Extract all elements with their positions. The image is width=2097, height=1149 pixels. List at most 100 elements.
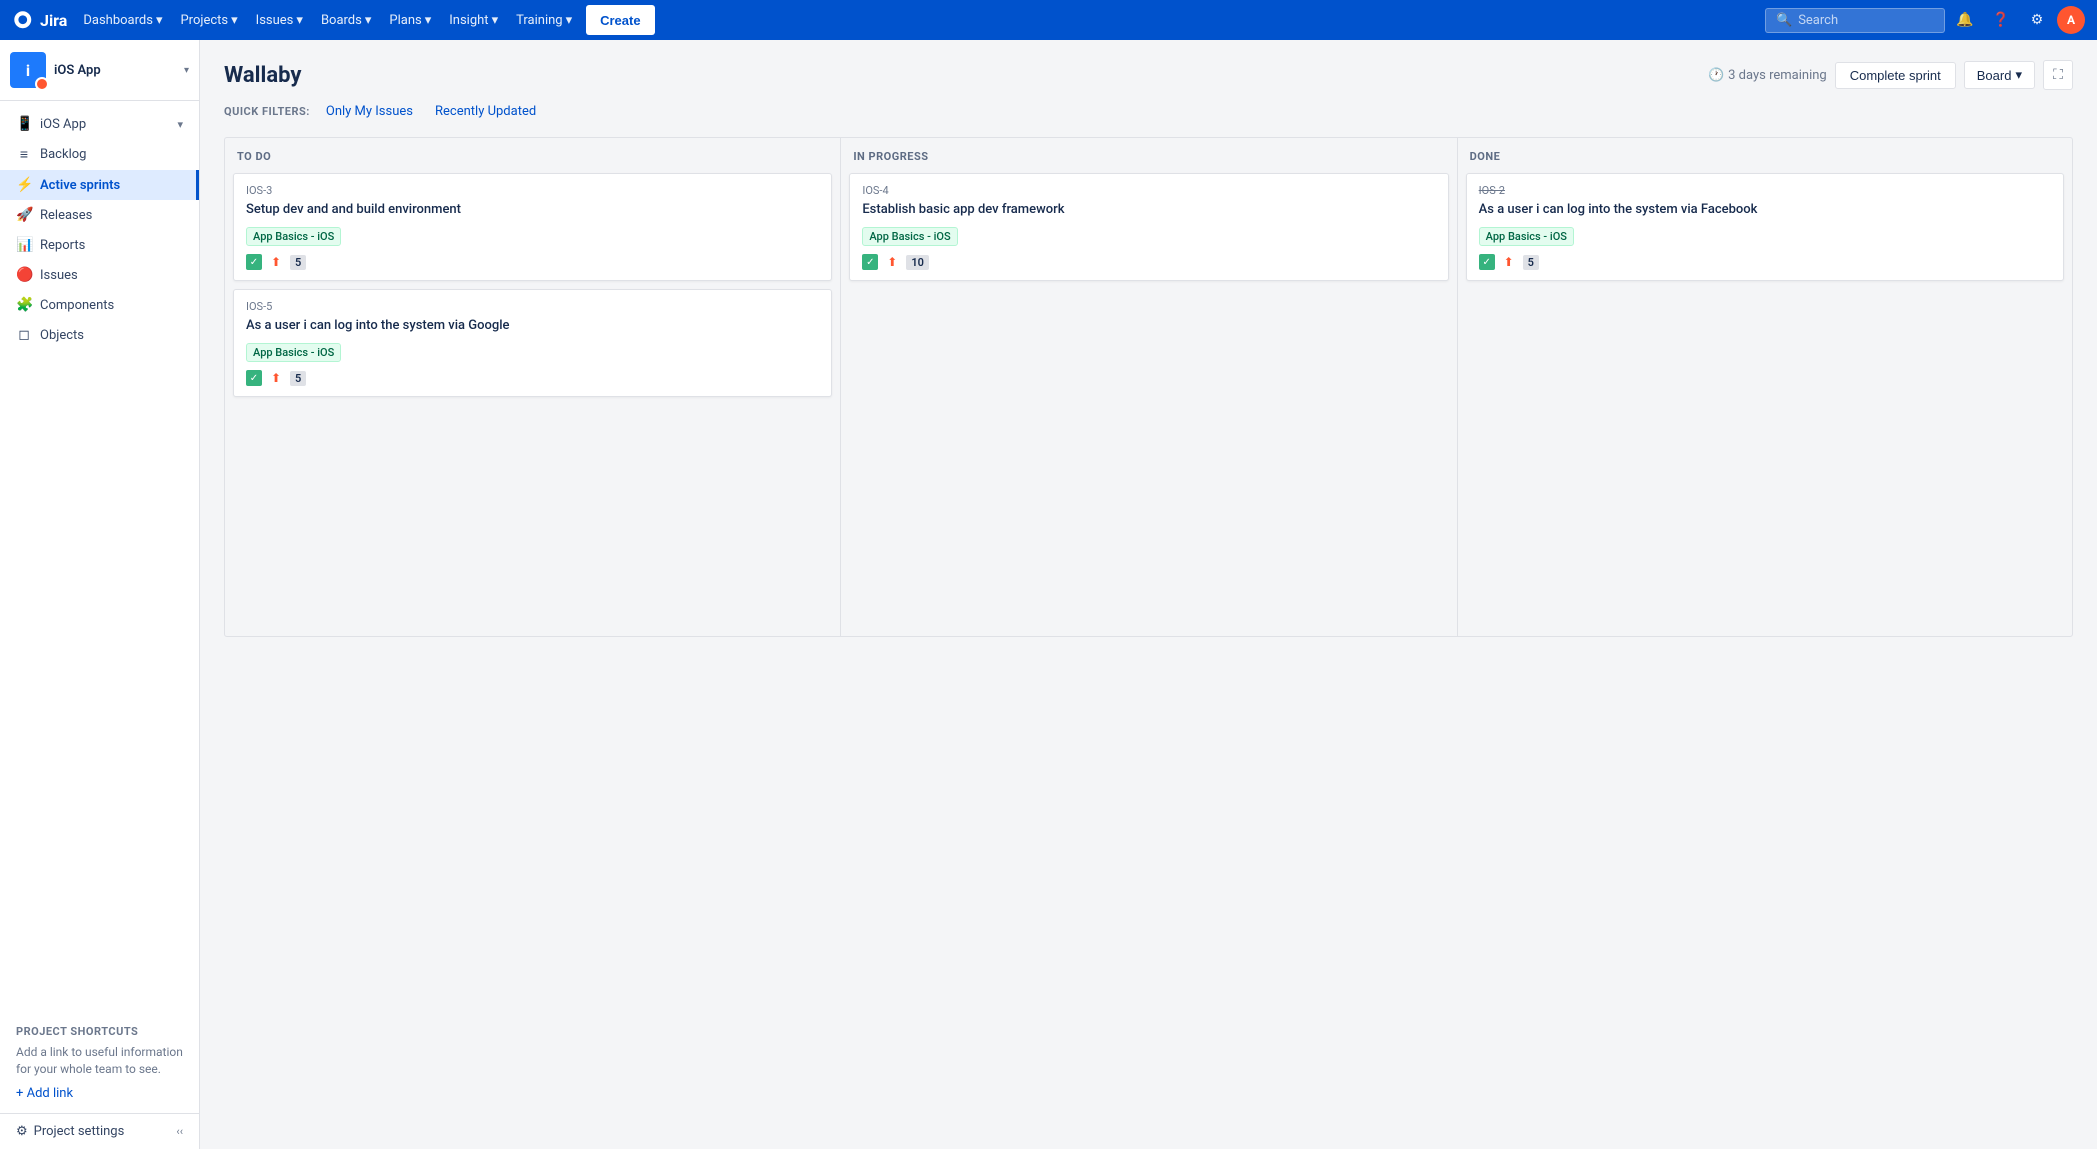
top-navigation: Jira Dashboards ▾ Projects ▾ Issues ▾ Bo… — [0, 0, 2097, 40]
quick-filters-label: QUICK FILTERS: — [224, 105, 310, 118]
user-avatar[interactable]: A — [2057, 6, 2085, 34]
issues-icon: 🔴 — [16, 267, 32, 283]
board-header: Wallaby 🕐 3 days remaining Complete spri… — [224, 60, 2073, 90]
nav-plans[interactable]: Plans ▾ — [381, 0, 439, 40]
sidebar-item-label: Active sprints — [40, 178, 120, 193]
sidebar-item-issues[interactable]: 🔴 Issues — [0, 260, 199, 290]
ios-app-icon: 📱 — [16, 116, 32, 132]
story-type-icon: ✓ — [246, 254, 262, 270]
nav-training[interactable]: Training ▾ — [508, 0, 580, 40]
story-type-icon: ✓ — [246, 370, 262, 386]
clock-icon: 🕐 — [1708, 68, 1724, 83]
card-footer: ✓ ⬆ 10 — [862, 254, 1435, 270]
sidebar-item-objects[interactable]: ◻ Objects — [0, 320, 199, 350]
story-type-icon: ✓ — [862, 254, 878, 270]
nav-insight[interactable]: Insight ▾ — [441, 0, 506, 40]
sidebar-nav: 📱 iOS App ▾ ≡ Backlog ⚡ Active sprints 🚀… — [0, 101, 199, 1013]
board-title: Wallaby — [224, 63, 301, 88]
kanban-board: TO DO IOS-3 Setup dev and and build envi… — [224, 137, 2073, 637]
chevron-down-icon: ▾ — [492, 13, 499, 28]
search-box[interactable]: 🔍 Search — [1765, 8, 1945, 33]
sidebar-item-label: Issues — [40, 268, 78, 283]
priority-icon: ⬆ — [268, 370, 284, 386]
card-ios-3[interactable]: IOS-3 Setup dev and and build environmen… — [233, 173, 832, 281]
project-shortcuts: PROJECT SHORTCUTS Add a link to useful i… — [0, 1013, 199, 1113]
bell-icon: 🔔 — [1956, 12, 1973, 28]
issue-id: IOS-3 — [246, 184, 819, 197]
project-icon-badge — [35, 77, 49, 91]
column-inprogress: IN PROGRESS IOS-4 Establish basic app de… — [840, 137, 1456, 637]
sidebar-item-label: Backlog — [40, 147, 86, 162]
sidebar-item-releases[interactable]: 🚀 Releases — [0, 200, 199, 230]
story-points: 10 — [906, 255, 929, 270]
chevron-down-icon: ▾ — [296, 13, 303, 28]
card-footer: ✓ ⬆ 5 — [1479, 254, 2051, 270]
gear-icon: ⚙ — [2031, 12, 2044, 28]
card-epic: App Basics - iOS — [1479, 227, 1574, 246]
project-settings-button[interactable]: ⚙ Project settings ‹‹ — [0, 1113, 199, 1149]
nav-dashboards[interactable]: Dashboards ▾ — [75, 0, 170, 40]
help-button[interactable]: ❓ — [1985, 4, 2017, 36]
card-title: Establish basic app dev framework — [862, 201, 1435, 219]
card-title: As a user i can log into the system via … — [246, 317, 819, 335]
expand-button[interactable]: ⛶ — [2043, 60, 2073, 90]
priority-icon: ⬆ — [884, 254, 900, 270]
card-footer: ✓ ⬆ 5 — [246, 370, 819, 386]
chevron-down-icon: ▾ — [177, 118, 183, 131]
reports-icon: 📊 — [16, 237, 32, 253]
card-ios-2[interactable]: IOS-2 As a user i can log into the syste… — [1466, 173, 2064, 281]
sidebar-item-reports[interactable]: 📊 Reports — [0, 230, 199, 260]
create-button[interactable]: Create — [586, 5, 654, 35]
card-footer: ✓ ⬆ 5 — [246, 254, 819, 270]
chevron-down-icon: ▾ — [365, 13, 372, 28]
board-actions: 🕐 3 days remaining Complete sprint Board… — [1708, 60, 2073, 90]
filter-recently-updated[interactable]: Recently Updated — [429, 102, 542, 121]
issue-id: IOS-5 — [246, 300, 819, 313]
sidebar-item-label: Components — [40, 298, 114, 313]
chevron-down-icon: ▾ — [425, 13, 432, 28]
quick-filters: QUICK FILTERS: Only My Issues Recently U… — [224, 102, 2073, 121]
project-chevron-icon[interactable]: ▾ — [184, 65, 189, 76]
backlog-icon: ≡ — [16, 146, 32, 163]
chevron-down-icon: ▾ — [231, 13, 238, 28]
card-ios-4[interactable]: IOS-4 Establish basic app dev framework … — [849, 173, 1448, 281]
notifications-button[interactable]: 🔔 — [1949, 4, 1981, 36]
shortcuts-title: PROJECT SHORTCUTS — [16, 1025, 183, 1038]
story-points: 5 — [290, 371, 306, 386]
chevron-down-icon: ▾ — [156, 13, 163, 28]
sidebar-item-backlog[interactable]: ≡ Backlog — [0, 139, 199, 170]
story-points: 5 — [290, 255, 306, 270]
jira-logo[interactable]: Jira — [12, 9, 67, 31]
filter-my-issues[interactable]: Only My Issues — [320, 102, 419, 121]
sidebar-item-components[interactable]: 🧩 Components — [0, 290, 199, 320]
column-inprogress-header: IN PROGRESS — [849, 150, 1448, 163]
shortcuts-description: Add a link to useful information for you… — [16, 1044, 183, 1078]
chevron-down-icon: ▾ — [2015, 67, 2022, 83]
card-epic: App Basics - iOS — [246, 343, 341, 362]
card-ios-5[interactable]: IOS-5 As a user i can log into the syste… — [233, 289, 832, 397]
nav-boards[interactable]: Boards ▾ — [313, 0, 379, 40]
story-points: 5 — [1523, 255, 1539, 270]
nav-projects[interactable]: Projects ▾ — [172, 0, 245, 40]
releases-icon: 🚀 — [16, 207, 32, 223]
column-todo: TO DO IOS-3 Setup dev and and build envi… — [224, 137, 840, 637]
sidebar-project-header: i iOS App ▾ — [0, 40, 199, 101]
active-sprints-icon: ⚡ — [16, 177, 32, 193]
card-title: Setup dev and and build environment — [246, 201, 819, 219]
board-view-button[interactable]: Board ▾ — [1964, 61, 2035, 89]
story-type-icon: ✓ — [1479, 254, 1495, 270]
project-name: iOS App — [54, 63, 176, 78]
components-icon: 🧩 — [16, 297, 32, 313]
sidebar-item-label: iOS App — [40, 117, 86, 132]
objects-icon: ◻ — [16, 327, 32, 343]
complete-sprint-button[interactable]: Complete sprint — [1835, 62, 1956, 89]
settings-button[interactable]: ⚙ — [2021, 4, 2053, 36]
column-todo-header: TO DO — [233, 150, 832, 163]
sidebar-item-label: Reports — [40, 238, 85, 253]
priority-icon: ⬆ — [1501, 254, 1517, 270]
nav-issues[interactable]: Issues ▾ — [248, 0, 311, 40]
help-icon: ❓ — [1992, 12, 2009, 28]
add-link-button[interactable]: + Add link — [16, 1086, 183, 1101]
sidebar-item-ios-app[interactable]: 📱 iOS App ▾ — [0, 109, 199, 139]
sidebar-item-active-sprints[interactable]: ⚡ Active sprints — [0, 170, 199, 200]
